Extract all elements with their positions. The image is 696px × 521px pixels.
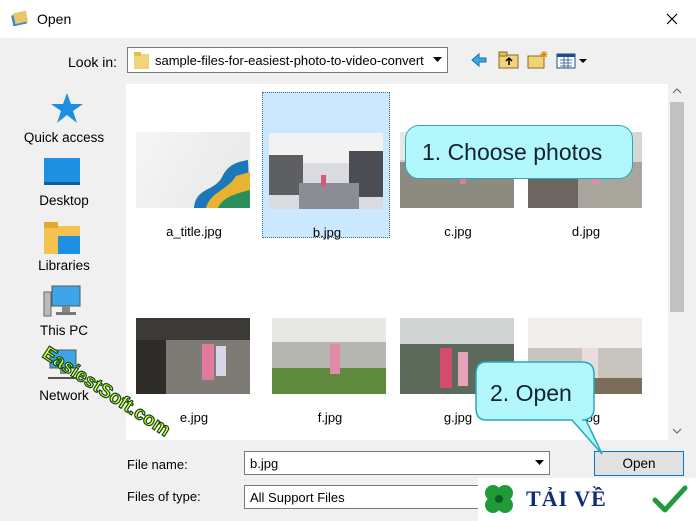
callout-choose-photos: 1. Choose photos xyxy=(405,125,633,179)
filename-label: File name: xyxy=(127,457,188,472)
place-quick-access[interactable]: Quick access xyxy=(12,92,116,152)
chevron-down-icon xyxy=(432,57,442,62)
file-name: b.jpg xyxy=(312,225,342,240)
place-desktop[interactable]: Desktop xyxy=(12,156,116,216)
lookin-label: Look in: xyxy=(68,54,118,70)
brand-badge: TẢI VỀ xyxy=(478,478,696,521)
clover-icon xyxy=(485,485,513,513)
callout-open-shape xyxy=(475,361,603,455)
place-this-pc[interactable]: This PC xyxy=(12,284,116,344)
open-button-label: Open xyxy=(622,456,656,471)
app-icon xyxy=(11,10,29,27)
filetype-label: Files of type: xyxy=(127,489,201,504)
file-thumbnail-selected[interactable]: b.jpg xyxy=(262,92,390,240)
file-thumbnail[interactable]: a_title.jpg xyxy=(126,92,250,240)
file-name: f.jpg xyxy=(317,410,343,425)
star-icon xyxy=(51,93,83,123)
file-thumbnail[interactable]: f.jpg xyxy=(262,278,386,426)
photo-thumbnail xyxy=(272,318,386,394)
callout-text: 1. Choose photos xyxy=(422,138,603,165)
callout-open-text: 2. Open xyxy=(490,380,572,406)
back-arrow-icon[interactable] xyxy=(470,50,488,70)
vertical-scrollbar[interactable] xyxy=(668,84,686,440)
lookin-value: sample-files-for-easiest-photo-to-video-… xyxy=(155,53,424,68)
lookin-combo[interactable]: sample-files-for-easiest-photo-to-video-… xyxy=(127,47,448,73)
file-name: a_title.jpg xyxy=(166,224,222,239)
photo-thumbnail xyxy=(136,318,250,394)
desktop-icon xyxy=(44,158,80,185)
photo-thumbnail xyxy=(136,132,250,208)
chevron-down-icon xyxy=(534,460,544,465)
place-label: Desktop xyxy=(39,193,89,208)
file-name: d.jpg xyxy=(571,224,601,239)
brand-text: TẢI VỀ xyxy=(526,486,607,511)
view-menu-icon[interactable] xyxy=(556,50,590,70)
filetype-select[interactable]: All Support Files xyxy=(244,485,490,509)
file-name: c.jpg xyxy=(444,224,472,239)
place-label: Libraries xyxy=(38,258,90,273)
scrollbar-thumb[interactable] xyxy=(670,102,684,312)
place-libraries[interactable]: Libraries xyxy=(12,220,116,280)
checkmark-icon xyxy=(652,485,688,513)
close-icon xyxy=(666,13,678,25)
close-button[interactable] xyxy=(652,2,692,36)
place-label: Quick access xyxy=(23,130,105,145)
new-folder-icon[interactable] xyxy=(527,50,549,70)
scroll-down-icon[interactable] xyxy=(672,428,682,434)
up-folder-icon[interactable] xyxy=(498,50,520,70)
title-bar: Open xyxy=(0,0,696,38)
filename-value: b.jpg xyxy=(250,456,279,471)
scroll-up-icon[interactable] xyxy=(672,88,682,94)
photo-thumbnail xyxy=(269,133,383,209)
computer-icon xyxy=(43,285,81,317)
place-label: This PC xyxy=(39,323,88,338)
folder-icon xyxy=(134,52,149,69)
filetype-value: All Support Files xyxy=(250,490,345,505)
libraries-icon xyxy=(44,222,80,254)
window-title: Open xyxy=(37,11,72,27)
lookin-dropdown-button[interactable] xyxy=(427,48,447,72)
